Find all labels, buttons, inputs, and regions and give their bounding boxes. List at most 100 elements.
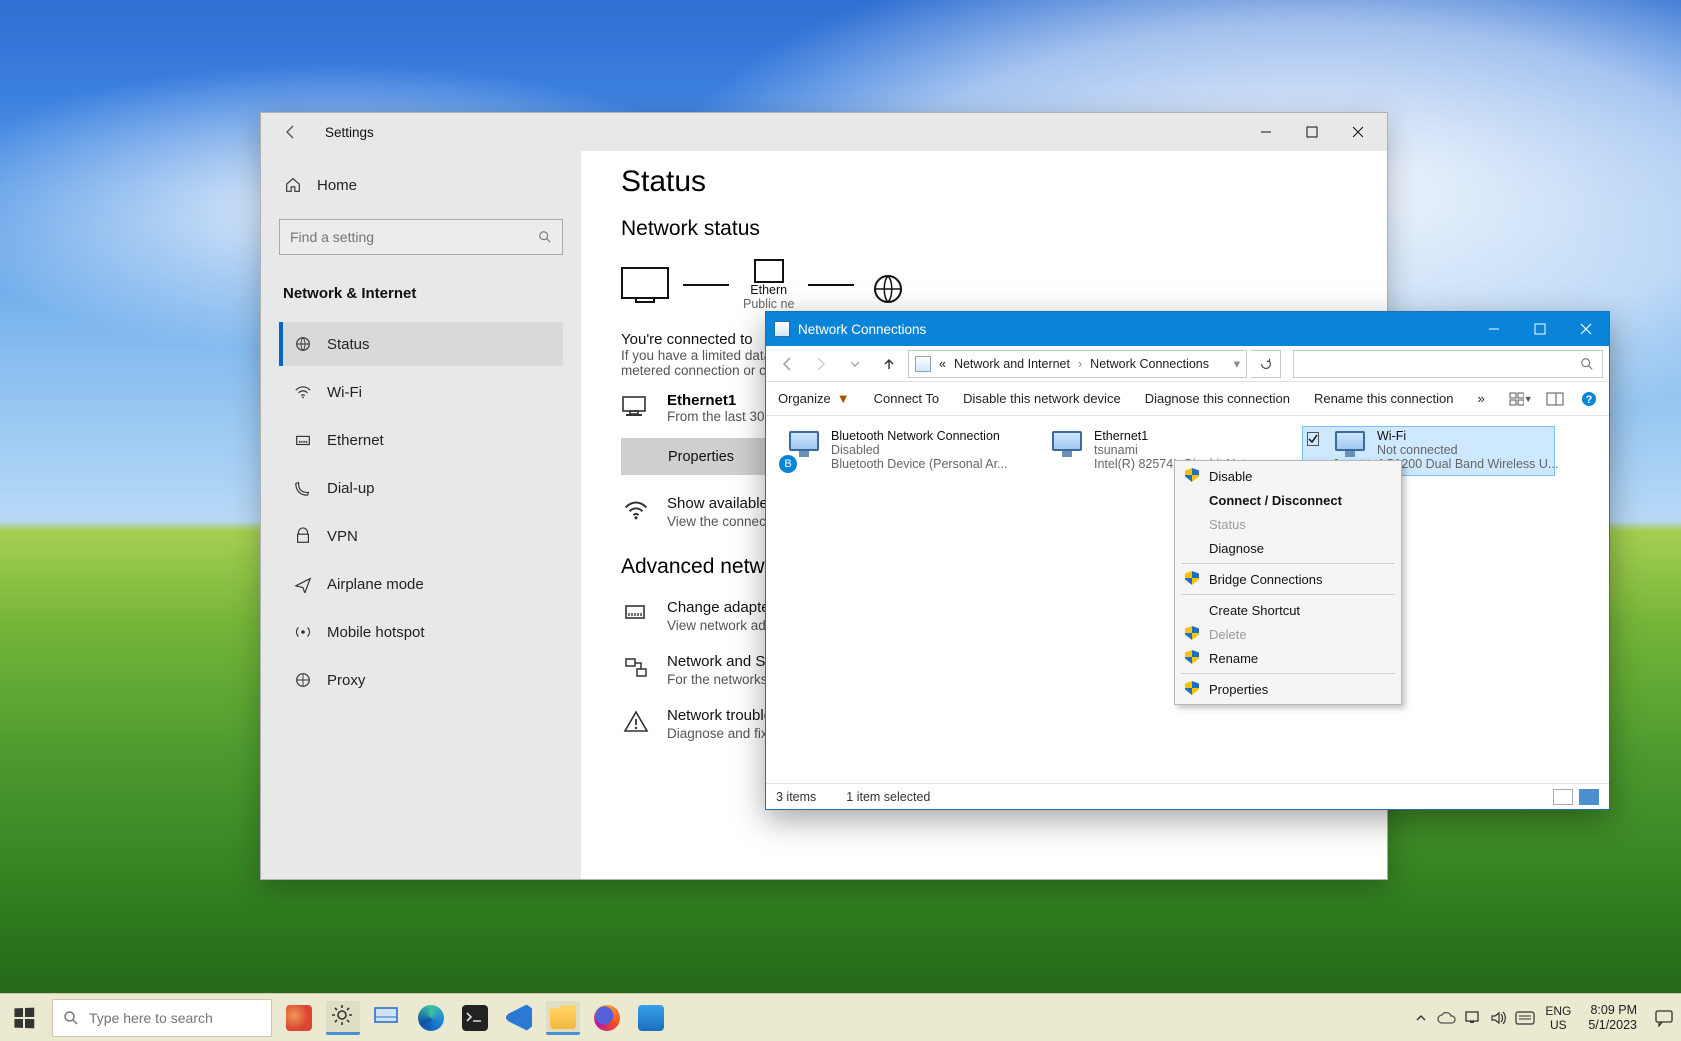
refresh-button[interactable] xyxy=(1251,350,1281,378)
sidebar-item-home[interactable]: Home xyxy=(279,165,563,205)
toolbar-rename[interactable]: Rename this connection xyxy=(1314,391,1453,406)
help-button[interactable]: ? xyxy=(1577,387,1601,411)
tb-app-taskview[interactable] xyxy=(370,1001,404,1035)
start-button[interactable] xyxy=(0,994,48,1041)
chevron-down-icon[interactable]: ▾ xyxy=(1234,356,1240,371)
breadcrumb-item[interactable]: Network Connections xyxy=(1090,357,1209,371)
nc-close-button[interactable] xyxy=(1563,312,1609,346)
adapter-device: Bluetooth Device (Personal Ar... xyxy=(831,457,1007,471)
nav-up-button[interactable] xyxy=(874,350,904,378)
adapter-bluetooth[interactable]: B Bluetooth Network Connection Disabled … xyxy=(776,426,1029,476)
toolbar-more[interactable]: » xyxy=(1477,391,1484,406)
sidebar-item-proxy[interactable]: Proxy xyxy=(279,658,563,702)
adapter-status: Not connected xyxy=(1377,443,1558,457)
windows-logo-icon xyxy=(14,1007,34,1028)
back-button[interactable] xyxy=(275,116,307,148)
adapter-name: Bluetooth Network Connection xyxy=(831,429,1007,443)
tb-app-firefox[interactable] xyxy=(590,1001,624,1035)
nav-history-button[interactable] xyxy=(840,350,870,378)
proxy-icon xyxy=(293,670,313,690)
maximize-button[interactable] xyxy=(1289,116,1335,148)
adapter-icon xyxy=(621,599,651,629)
toolbar-disable[interactable]: Disable this network device xyxy=(963,391,1121,406)
ctx-disable[interactable]: Disable xyxy=(1177,464,1399,488)
preview-pane-button[interactable] xyxy=(1543,387,1567,411)
minimize-button[interactable] xyxy=(1243,116,1289,148)
toolbar-connect-to[interactable]: Connect To xyxy=(874,391,940,406)
nc-maximize-button[interactable] xyxy=(1517,312,1563,346)
ctx-rename[interactable]: Rename xyxy=(1177,646,1399,670)
bluetooth-adapter-icon: B xyxy=(781,429,823,471)
breadcrumb-item[interactable]: Network and Internet xyxy=(954,357,1070,371)
tb-app-settings[interactable] xyxy=(326,1001,360,1035)
toolbar-organize[interactable]: Organize▼ xyxy=(778,391,850,406)
nc-titlebar[interactable]: Network Connections xyxy=(766,312,1609,346)
tray-lang-2: US xyxy=(1550,1018,1567,1032)
ctx-connect-disconnect[interactable]: Connect / Disconnect xyxy=(1177,488,1399,512)
ctx-separator xyxy=(1181,594,1395,595)
nc-search-input[interactable] xyxy=(1302,357,1580,371)
settings-search-input[interactable] xyxy=(290,229,538,245)
nc-minimize-button[interactable] xyxy=(1471,312,1517,346)
globe-icon xyxy=(868,265,908,305)
ctx-bridge[interactable]: Bridge Connections xyxy=(1177,567,1399,591)
breadcrumb[interactable]: « Network and Internet › Network Connect… xyxy=(908,350,1247,378)
sidebar-item-dialup[interactable]: Dial-up xyxy=(279,466,563,510)
ctx-create-shortcut[interactable]: Create Shortcut xyxy=(1177,598,1399,622)
adapter-checkbox[interactable] xyxy=(1307,432,1319,446)
svg-text:?: ? xyxy=(1585,394,1592,406)
tray-network-icon[interactable] xyxy=(1460,994,1486,1041)
tb-app-flowers[interactable] xyxy=(282,1001,316,1035)
tb-app-edge[interactable] xyxy=(414,1001,448,1035)
adapter-status: tsunami xyxy=(1094,443,1272,457)
sidebar-item-vpn[interactable]: VPN xyxy=(279,514,563,558)
sidebar-item-status[interactable]: Status xyxy=(279,322,563,366)
connection-name: Ethernet1 xyxy=(667,392,776,409)
adapter-device: AC1200 Dual Band Wireless U... xyxy=(1377,457,1558,471)
tb-app-vscode[interactable] xyxy=(502,1001,536,1035)
tray-clock[interactable]: 8:09 PM 5/1/2023 xyxy=(1578,1003,1647,1033)
tray-time: 8:09 PM xyxy=(1590,1003,1637,1018)
view-options-button[interactable]: ▼ xyxy=(1509,387,1533,411)
shield-icon xyxy=(1185,681,1199,695)
sidebar-item-airplane[interactable]: Airplane mode xyxy=(279,562,563,606)
diagram-device-sub: Public ne xyxy=(743,297,794,311)
tray-volume-icon[interactable] xyxy=(1486,994,1512,1041)
shield-icon xyxy=(1185,626,1199,640)
ctx-properties[interactable]: Properties xyxy=(1177,677,1399,701)
close-button[interactable] xyxy=(1335,116,1381,148)
gear-icon xyxy=(330,1003,356,1029)
tray-onedrive-icon[interactable] xyxy=(1434,994,1460,1041)
sidebar-item-wifi[interactable]: Wi-Fi xyxy=(279,370,563,414)
nc-search[interactable] xyxy=(1293,350,1603,378)
search-icon xyxy=(1580,357,1594,371)
tb-app-explorer[interactable] xyxy=(546,1001,580,1035)
chevron-right-icon: › xyxy=(1078,357,1082,371)
ctx-status: Status xyxy=(1177,512,1399,536)
tray-action-center[interactable] xyxy=(1647,994,1681,1041)
ctx-delete: Delete xyxy=(1177,622,1399,646)
nc-content[interactable]: B Bluetooth Network Connection Disabled … xyxy=(766,416,1609,783)
settings-search[interactable] xyxy=(279,219,563,255)
sidebar-item-hotspot[interactable]: Mobile hotspot xyxy=(279,610,563,654)
edge-icon xyxy=(418,1005,444,1031)
toolbar-diagnose[interactable]: Diagnose this connection xyxy=(1145,391,1290,406)
status-selected-count: 1 item selected xyxy=(846,790,930,804)
taskbar-search[interactable] xyxy=(52,999,272,1037)
properties-button[interactable]: Properties xyxy=(621,438,781,475)
wifi-icon xyxy=(293,382,313,402)
network-diagram: Ethern Public ne xyxy=(621,259,1347,311)
tray-language[interactable]: ENG US xyxy=(1538,1004,1578,1032)
ctx-diagnose[interactable]: Diagnose xyxy=(1177,536,1399,560)
sidebar-item-ethernet[interactable]: Ethernet xyxy=(279,418,563,462)
settings-titlebar[interactable]: Settings xyxy=(261,113,1387,151)
tray-overflow[interactable] xyxy=(1408,994,1434,1041)
details-view-button[interactable] xyxy=(1553,789,1573,805)
nav-forward-button[interactable] xyxy=(806,350,836,378)
taskbar-search-input[interactable] xyxy=(89,1010,270,1026)
tb-app-terminal[interactable] xyxy=(458,1001,492,1035)
nav-back-button[interactable] xyxy=(772,350,802,378)
tb-app-photos[interactable] xyxy=(634,1001,668,1035)
tiles-view-button[interactable] xyxy=(1579,789,1599,805)
tray-ime-icon[interactable] xyxy=(1512,994,1538,1041)
